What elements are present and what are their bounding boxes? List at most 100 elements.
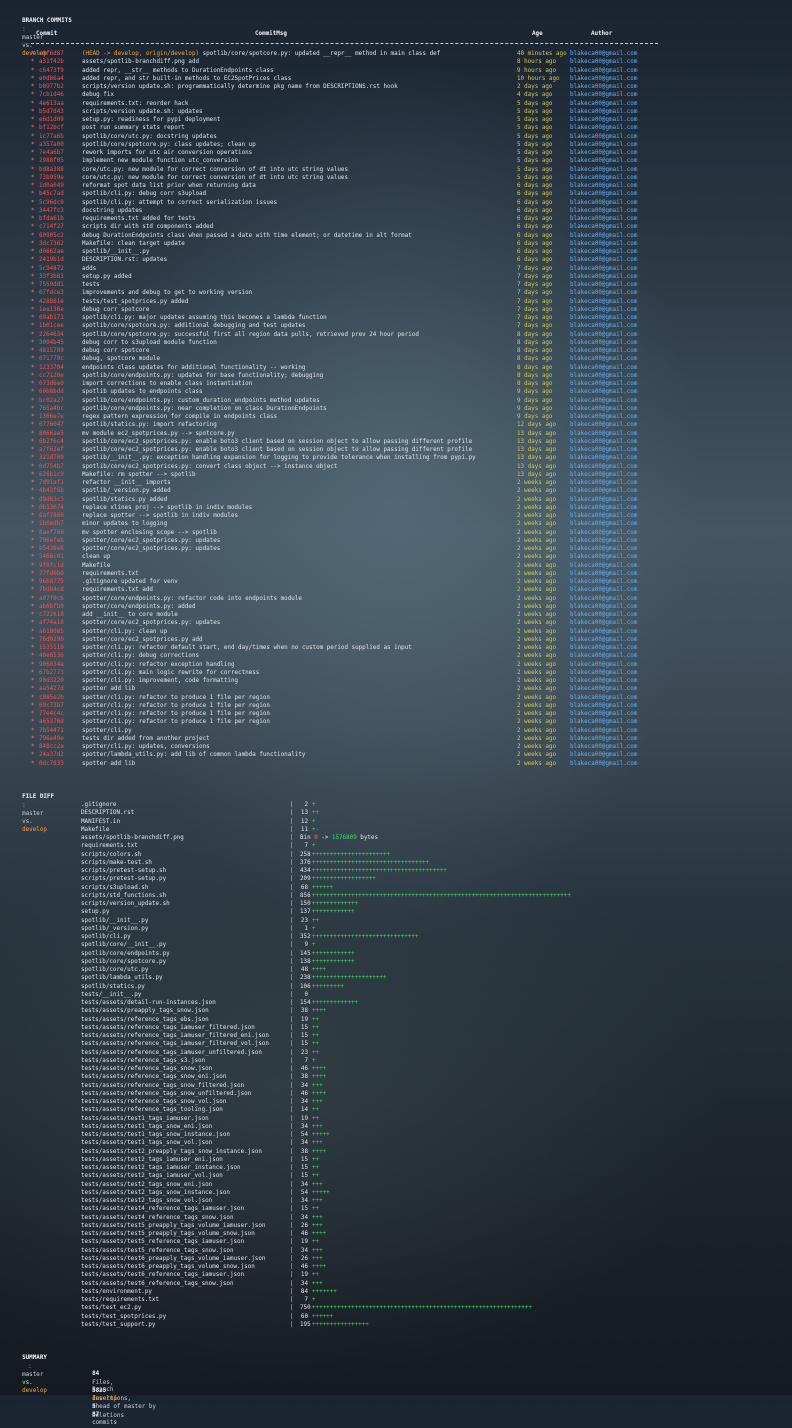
- commit-row[interactable]: * ab6bfb0 spotter/core/endpoints.py: added…: [31, 603, 671, 611]
- commit-row[interactable]: * b5d7d43 scripts/version update.sh: updat…: [31, 108, 671, 116]
- commit-hash[interactable]: 3dc7362: [39, 240, 64, 248]
- commit-row[interactable]: * aa5427d spotter add lib 2 weeks ago blakec…: [31, 685, 671, 693]
- diff-file-name[interactable]: spotlib/cli.py: [81, 933, 131, 941]
- commit-row[interactable]: * 4e613aa requirements.txt: reorder hack 5 …: [31, 100, 671, 108]
- commit-row[interactable]: * 8066ae5 mv module ec2_spotprices.py --> …: [31, 430, 671, 438]
- diff-file-name[interactable]: spotlib/_version.py: [81, 925, 148, 933]
- commit-hash[interactable]: bfda61b: [39, 215, 64, 223]
- diff-file-name[interactable]: tests/assets/test5_preapply_tags_volume_…: [81, 1230, 255, 1238]
- diff-file-name[interactable]: tests/assets/preapply_tags_snow.json: [81, 1007, 209, 1015]
- commit-hash[interactable]: 67b2773: [39, 669, 64, 677]
- commit-row[interactable]: * 1d0a049 reformat spot data list prior wh…: [31, 182, 671, 190]
- commit-row[interactable]: * bc02a27 spotlib/core/endpoints.py: custo…: [31, 397, 671, 405]
- diff-file-name[interactable]: tests/assets/test2_tags_snow_instance.js…: [81, 1189, 230, 1197]
- commit-row[interactable]: * 96b8775 .gitignore updated for venv 2 wee…: [31, 578, 671, 586]
- commit-row[interactable]: * 7cb1d46 debug fix 4 days ago blakeca00@gma…: [31, 91, 671, 99]
- commit-hash[interactable]: 428861e: [39, 298, 64, 306]
- commit-row[interactable]: * 5466c01 clean up 2 weeks ago blakeca00@gma…: [31, 553, 671, 561]
- commit-row[interactable]: * 626b1c9 Makefile: rm spotter --> spotlib…: [31, 471, 671, 479]
- diff-file-name[interactable]: assets/spotlib-branchdiff.png: [81, 834, 184, 842]
- commit-hash[interactable]: 1ee136e: [39, 306, 64, 314]
- diff-file-name[interactable]: tests/assets/reference_tags_snow_unfilte…: [81, 1090, 251, 1098]
- commit-hash[interactable]: e6d1d09: [39, 116, 64, 124]
- diff-file-name[interactable]: tests/assets/reference_tags_snow_filtere…: [81, 1082, 244, 1090]
- commit-row[interactable]: * 765a4bc spotlib/core/endpoints.py: near …: [31, 405, 671, 413]
- commit-hash[interactable]: e0d86a4: [39, 75, 64, 83]
- diff-file-name[interactable]: tests/assets/test2_tags_snow_eni.json: [81, 1181, 212, 1189]
- commit-hash[interactable]: 24a37d2: [39, 751, 64, 759]
- commit-hash[interactable]: 07fdce3: [39, 289, 64, 297]
- diff-file-name[interactable]: tests/test_support.py: [81, 1321, 155, 1329]
- commit-row[interactable]: * 1c77a6b spotlib/core/utc.py: docstring u…: [31, 133, 671, 141]
- commit-hash[interactable]: 1b01cee: [39, 322, 64, 330]
- diff-file-name[interactable]: tests/assets/test2_tags_iamuser_eni.json: [81, 1156, 223, 1164]
- commit-row[interactable]: * 07fdce3 improvements and debug to get to…: [31, 289, 671, 297]
- diff-file-name[interactable]: spotlib/core/utc.py: [81, 966, 148, 974]
- commit-row[interactable]: * b45c7ad spotlib/cli.py: debug corr s3upl…: [31, 190, 671, 198]
- commit-hash[interactable]: 5c94872: [39, 265, 64, 273]
- commit-hash[interactable]: d0662ae: [39, 248, 64, 256]
- commit-hash[interactable]: 0dc7833: [39, 760, 64, 768]
- diff-file-name[interactable]: tests/assets/test1_tags_snow_instance.js…: [81, 1131, 230, 1139]
- commit-hash[interactable]: 848cc2a: [39, 743, 64, 751]
- commit-hash[interactable]: a31f42b: [39, 58, 64, 66]
- commit-row[interactable]: * 77fd0b0 requirements.txt 2 weeks ago blake…: [31, 570, 671, 578]
- commit-row[interactable]: * 4815789 debug corr spotcore 8 days ago bla…: [31, 347, 671, 355]
- commit-row[interactable]: * 1533119 spotter/cli.py: refactor default…: [31, 644, 671, 652]
- commit-row[interactable]: * 071779c debug, spotcore module 8 days ago…: [31, 355, 671, 363]
- commit-hash[interactable]: cc7120e: [39, 372, 64, 380]
- commit-row[interactable]: * 6b2f6c4 spotlib/core/ec2_spotprices.py: …: [31, 438, 671, 446]
- commit-hash[interactable]: 09ab171: [39, 314, 64, 322]
- commit-hash[interactable]: c714f27: [39, 223, 64, 231]
- commit-hash[interactable]: b5d7d43: [39, 108, 64, 116]
- diff-file-name[interactable]: spotlib/core/__init__.py: [81, 941, 166, 949]
- commit-row[interactable]: * 0b13074 replace xlines proj --> spotlib …: [31, 504, 671, 512]
- commit-row[interactable]: * 73b959e core/utc.py: new module for corr…: [31, 174, 671, 182]
- commit-hash[interactable]: 1533119: [39, 644, 64, 652]
- commit-row[interactable]: * a07f0c6 spotter/core/endpoints.py: refac…: [31, 595, 671, 603]
- commit-hash[interactable]: 5466c01: [39, 553, 64, 561]
- commit-hash[interactable]: 321d709: [39, 454, 64, 462]
- commit-row[interactable]: * 906034a spotter/cli.py: refactor excepti…: [31, 661, 671, 669]
- commit-hash[interactable]: 1b0edb7: [39, 520, 64, 528]
- commit-hash[interactable]: 60b8bdd: [39, 388, 64, 396]
- commit-row[interactable]: * bfda61b requirements.txt added for tests…: [31, 215, 671, 223]
- commit-row[interactable]: * 09c73b7 spotter/cli.py: refactor to prod…: [31, 702, 671, 710]
- commit-hash[interactable]: 2419b1d: [39, 256, 64, 264]
- diff-file-name[interactable]: Makefile: [81, 826, 109, 834]
- commit-row[interactable]: * 848cc2a spotter/cli.py: updates, convers…: [31, 743, 671, 751]
- commit-hash[interactable]: 626b1c9: [39, 471, 64, 479]
- diff-file-name[interactable]: tests/assets/reference_tags_snow_vol.jso…: [81, 1098, 226, 1106]
- diff-file-name[interactable]: tests/assets/test6_preapply_tags_volume_…: [81, 1263, 255, 1271]
- commit-row[interactable]: * 3dc7362 Makefile: clean target update 6 d…: [31, 240, 671, 248]
- diff-file-name[interactable]: tests/assets/test1_tags_iamuser.json: [81, 1115, 209, 1123]
- commit-hash[interactable]: 8aef760: [39, 529, 64, 537]
- diff-file-name[interactable]: tests/assets/test5_reference_tags_snow.j…: [81, 1247, 234, 1255]
- commit-hash[interactable]: 4815789: [39, 347, 64, 355]
- commit-row[interactable]: * 073d6e0 import corrections to enable cla…: [31, 380, 671, 388]
- diff-file-name[interactable]: scripts/s3upload.sh: [81, 884, 148, 892]
- commit-row[interactable]: * 796e49e tests dir added from another pro…: [31, 735, 671, 743]
- commit-hash[interactable]: 073d6e0: [39, 380, 64, 388]
- diff-file-name[interactable]: tests/assets/detail-run-instances.json: [81, 999, 216, 1007]
- commit-row[interactable]: * 2264634 spotlib/core/spotcore.py: succes…: [31, 331, 671, 339]
- commit-hash[interactable]: a65376d: [39, 718, 64, 726]
- commit-row[interactable]: * a7f62ef spotlib/core/ec2_spotprices.py: …: [31, 446, 671, 454]
- commit-hash[interactable]: a357a00: [39, 141, 64, 149]
- commit-row[interactable]: * 6af7860 replace spotter --> spotlib in i…: [31, 512, 671, 520]
- diff-file-name[interactable]: tests/assets/test2_tags_iamuser_instance…: [81, 1164, 241, 1172]
- commit-hash[interactable]: 73b959e: [39, 174, 64, 182]
- commit-row[interactable]: * 09ab171 spotlib/cli.py: major updates as…: [31, 314, 671, 322]
- commit-row[interactable]: * 77e4c4c spotter/cli.py: refactor to prod…: [31, 710, 671, 718]
- commit-row[interactable]: * 7bd84cd requirements.txt add 2 weeks ago b…: [31, 586, 671, 594]
- commit-row[interactable]: * af74a18 spotter/core/ec2_spotprices.py: …: [31, 619, 671, 627]
- commit-row[interactable]: * 428861e tests/test_spotprices.py added 7 …: [31, 298, 671, 306]
- commit-row[interactable]: * cc7120e spotlib/core/endpoints.py: updat…: [31, 372, 671, 380]
- commit-row[interactable]: * 3447fc3 docstring updates 6 days ago blake…: [31, 207, 671, 215]
- diff-file-name[interactable]: tests/assets/reference_tags_iamuser_filt…: [81, 1024, 255, 1032]
- diff-file-name[interactable]: tests/assets/reference_tags_snow_eni.jso…: [81, 1073, 226, 1081]
- diff-file-name[interactable]: scripts/make-test.sh: [81, 859, 152, 867]
- commit-row[interactable]: * 7b54471 spotter/cli.py 2 weeks ago blakeca…: [31, 727, 671, 735]
- commit-row[interactable]: * 2419b1d DESCRIPTION.rst: updates 6 days a…: [31, 256, 671, 264]
- commit-row[interactable]: * e0d86a4 added repr, and str built-in met…: [31, 75, 671, 83]
